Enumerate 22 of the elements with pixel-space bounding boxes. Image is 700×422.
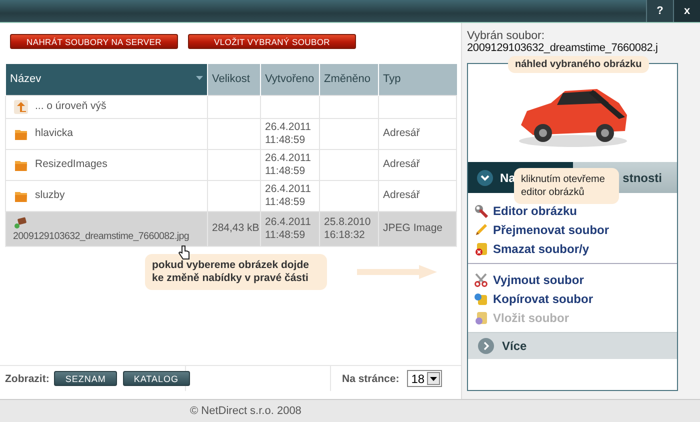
copyright-text: © NetDirect s.r.o. 2008	[190, 405, 302, 417]
table-cell-text: 26.4.2011 11:48:59	[265, 120, 312, 146]
view-label: Zobrazit:	[5, 372, 50, 384]
table-cell-text: 26.4.2011 11:48:59	[265, 152, 312, 178]
table-cell-text: 26.4.2011 11:48:59	[265, 182, 312, 208]
table-cell-text: Adresář	[383, 158, 421, 171]
selected-file-name: 2009129103632_dreamstime_7660082.j	[467, 42, 659, 54]
table-cell-text: JPEG Image	[383, 222, 444, 235]
table-cell-text: 25.8.2010 16:18:32	[324, 216, 372, 242]
file-name: ResizedImages	[35, 158, 108, 171]
callout-tooltip: pokud vybereme obrázek dojde ke změně nabídky v pravé části	[145, 254, 327, 290]
file-name: sluzby	[35, 189, 65, 202]
table-cell-text: Adresář	[383, 189, 421, 202]
table-cell-text: Adresář	[383, 127, 421, 140]
table-cell-text: 26.4.2011 11:48:59	[265, 216, 312, 242]
per-page-label: Na stránce:	[342, 372, 400, 384]
callout-tooltip: kliknutím otevřeme editor obrázků	[514, 168, 619, 204]
file-name: hlavicka	[35, 127, 73, 140]
file-name: 2009129103632_dreamstime_7660082.jpg	[13, 230, 190, 242]
selected-file-label: Vybrán soubor:	[467, 30, 546, 42]
callout-tooltip: náhled vybraného obrázku	[508, 56, 649, 73]
file-name: ... o úroveň výš	[35, 100, 106, 113]
